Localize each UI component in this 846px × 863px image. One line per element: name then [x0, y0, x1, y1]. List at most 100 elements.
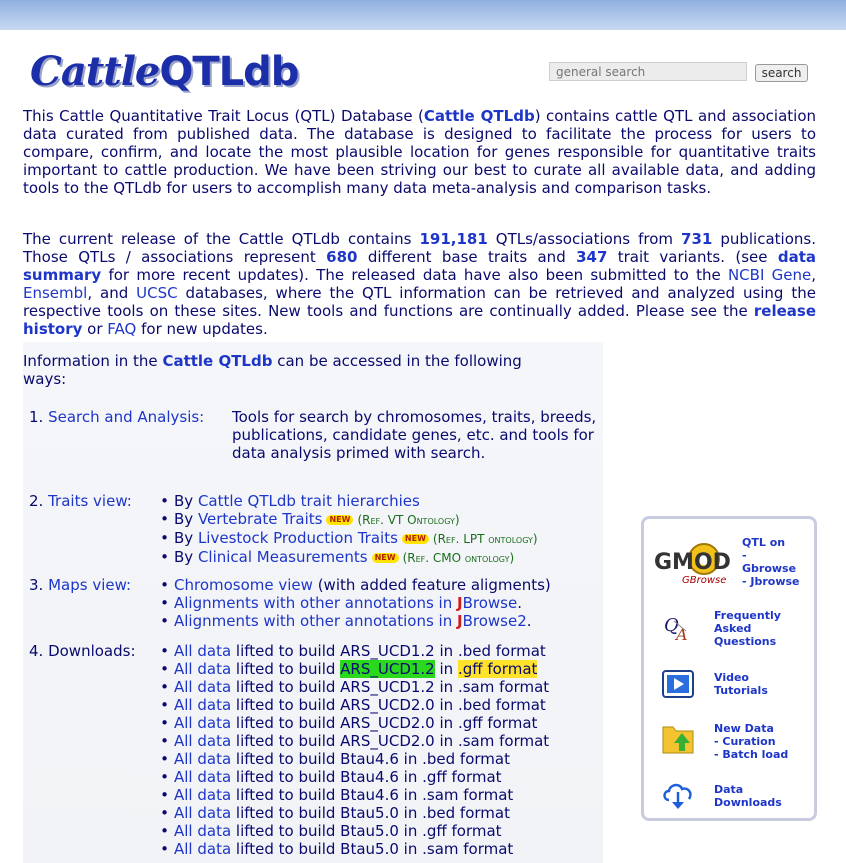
logo-text-qtldb: QTLdb: [159, 49, 299, 95]
maps-view-link[interactable]: Maps view:: [48, 576, 131, 594]
download-item: All data lifted to build Btau5.0 in .bed…: [155, 804, 549, 822]
section-downloads-label: 4. Downloads:: [29, 642, 136, 660]
ncbi-gene-link[interactable]: NCBI Gene: [728, 266, 811, 284]
all-data-link[interactable]: All data: [174, 804, 231, 822]
faq-link[interactable]: FAQ: [107, 320, 136, 338]
new-badge: NEW: [371, 553, 399, 563]
ensembl-link[interactable]: Ensembl: [23, 284, 87, 302]
livestock-traits-link[interactable]: Livestock Production Traits: [198, 529, 398, 547]
build-name: Btau4.6: [340, 768, 399, 786]
build-name: ARS_UCD1.2: [340, 678, 435, 696]
format-name: .sam format: [457, 732, 550, 750]
faq-sidebar-link[interactable]: Frequently Asked Questions: [714, 609, 781, 648]
build-name: Btau5.0: [340, 840, 399, 858]
section-search-label: 1. Search and Analysis:: [29, 408, 205, 426]
build-name: ARS_UCD2.0: [340, 732, 435, 750]
trait-count-link[interactable]: 680: [326, 248, 357, 266]
all-data-link[interactable]: All data: [174, 696, 231, 714]
vt-ontology-ref: (Ref. VT Ontology): [357, 513, 460, 527]
download-item: All data lifted to build ARS_UCD1.2 in .…: [155, 660, 549, 678]
data-downloads-link[interactable]: Data Downloads: [714, 783, 782, 809]
top-banner: [0, 0, 846, 30]
folder-upload-icon[interactable]: [660, 719, 696, 761]
cloud-download-icon[interactable]: [660, 778, 696, 814]
cattle-qtldb-link[interactable]: Cattle QTLdb: [424, 107, 535, 125]
site-logo[interactable]: CattleQTLdb: [30, 48, 299, 95]
format-name: .sam format: [457, 678, 550, 696]
download-item: All data lifted to build ARS_UCD2.0 in .…: [155, 732, 549, 750]
build-name: ARS_UCD1.2: [340, 660, 435, 678]
cmo-ontology-ref: (Ref. CMO ontology): [402, 551, 515, 565]
list-item: Chromosome view (with added feature alig…: [155, 576, 551, 594]
section-traits-label: 2. Traits view:: [29, 492, 132, 510]
build-name: ARS_UCD2.0: [340, 696, 435, 714]
format-name: .gff format: [422, 822, 502, 840]
list-item: Alignments with other annotations in JBr…: [155, 594, 551, 612]
all-data-link[interactable]: All data: [174, 840, 231, 858]
all-data-link[interactable]: All data: [174, 786, 231, 804]
format-name: .bed format: [457, 642, 546, 660]
list-item: By Cattle QTLdb trait hierarchies: [155, 492, 538, 510]
new-badge: NEW: [326, 515, 354, 525]
download-item: All data lifted to build Btau4.6 in .bed…: [155, 750, 549, 768]
publication-count-link[interactable]: 731: [681, 230, 712, 248]
download-item: All data lifted to build ARS_UCD2.0 in .…: [155, 714, 549, 732]
download-item: All data lifted to build Btau5.0 in .gff…: [155, 822, 549, 840]
list-item: Alignments with other annotations in JBr…: [155, 612, 551, 630]
svg-text:GMOD: GMOD: [654, 550, 731, 575]
qtl-gbrowse-jbrowse-link[interactable]: QTL on - Gbrowse - Jbrowse: [742, 536, 800, 588]
download-item: All data lifted to build Btau4.6 in .gff…: [155, 768, 549, 786]
format-name: .bed format: [422, 750, 510, 768]
format-name: .bed format: [457, 696, 546, 714]
all-data-link[interactable]: All data: [174, 768, 231, 786]
list-item: By Vertebrate TraitsNEW(Ref. VT Ontology…: [155, 510, 538, 529]
access-intro: Information in the Cattle QTLdb can be a…: [23, 352, 522, 388]
all-data-link[interactable]: All data: [174, 822, 231, 840]
chromosome-view-link[interactable]: Chromosome view: [174, 576, 313, 594]
ucsc-link[interactable]: UCSC: [136, 284, 177, 302]
format-name: .gff format: [422, 768, 502, 786]
svg-text:A: A: [674, 625, 688, 644]
video-player-icon[interactable]: [660, 668, 696, 706]
format-name: .gff format: [457, 660, 538, 678]
intro-paragraph: This Cattle Quantitative Trait Locus (QT…: [23, 107, 817, 197]
maps-list: Chromosome view (with added feature alig…: [155, 576, 551, 630]
list-item: By Livestock Production TraitsNEW(Ref. L…: [155, 529, 538, 548]
section-maps-label: 3. Maps view:: [29, 576, 132, 594]
download-item: All data lifted to build Btau4.6 in .sam…: [155, 786, 549, 804]
section-search-description: Tools for search by chromosomes, traits,…: [232, 408, 597, 462]
clinical-measurements-link[interactable]: Clinical Measurements: [198, 548, 368, 566]
cattle-qtldb-link-2[interactable]: Cattle QTLdb: [162, 352, 272, 370]
all-data-link[interactable]: All data: [174, 642, 231, 660]
all-data-link[interactable]: All data: [174, 732, 231, 750]
lpt-ontology-ref: (Ref. LPT ontology): [432, 532, 538, 546]
jbrowse2-alignments-link[interactable]: Alignments with other annotations in JBr…: [174, 612, 527, 630]
svg-text:GBrowse: GBrowse: [682, 575, 726, 586]
variant-count-link[interactable]: 347: [576, 248, 607, 266]
build-name: Btau4.6: [340, 786, 399, 804]
all-data-link[interactable]: All data: [174, 750, 231, 768]
search-button[interactable]: search: [755, 64, 808, 82]
all-data-link[interactable]: All data: [174, 660, 231, 678]
new-data-link[interactable]: New Data - Curation - Batch load: [714, 722, 788, 761]
quick-links-box: GMOD GBrowse QTL on - Gbrowse - Jbrowse …: [641, 516, 817, 821]
faq-icon[interactable]: Q A: [660, 613, 696, 649]
trait-hierarchies-link[interactable]: Cattle QTLdb trait hierarchies: [198, 492, 420, 510]
gmod-gbrowse-icon[interactable]: GMOD GBrowse: [652, 539, 734, 591]
search-analysis-link[interactable]: Search and Analysis:: [48, 408, 204, 426]
logo-text-cattle: Cattle: [30, 48, 160, 95]
release-paragraph: The current release of the Cattle QTLdb …: [23, 230, 816, 338]
all-data-link[interactable]: All data: [174, 678, 231, 696]
traits-view-link[interactable]: Traits view:: [48, 492, 132, 510]
download-item: All data lifted to build ARS_UCD1.2 in .…: [155, 642, 549, 660]
format-name: .gff format: [457, 714, 538, 732]
build-name: ARS_UCD2.0: [340, 714, 435, 732]
jbrowse-alignments-link[interactable]: Alignments with other annotations in JBr…: [174, 594, 517, 612]
search-input[interactable]: [549, 62, 747, 81]
all-data-link[interactable]: All data: [174, 714, 231, 732]
video-tutorials-link[interactable]: Video Tutorials: [714, 671, 768, 697]
vertebrate-traits-link[interactable]: Vertebrate Traits: [198, 510, 323, 528]
downloads-list: All data lifted to build ARS_UCD1.2 in .…: [155, 642, 549, 858]
list-item: By Clinical MeasurementsNEW(Ref. CMO ont…: [155, 548, 538, 567]
qtl-count-link[interactable]: 191,181: [419, 230, 487, 248]
